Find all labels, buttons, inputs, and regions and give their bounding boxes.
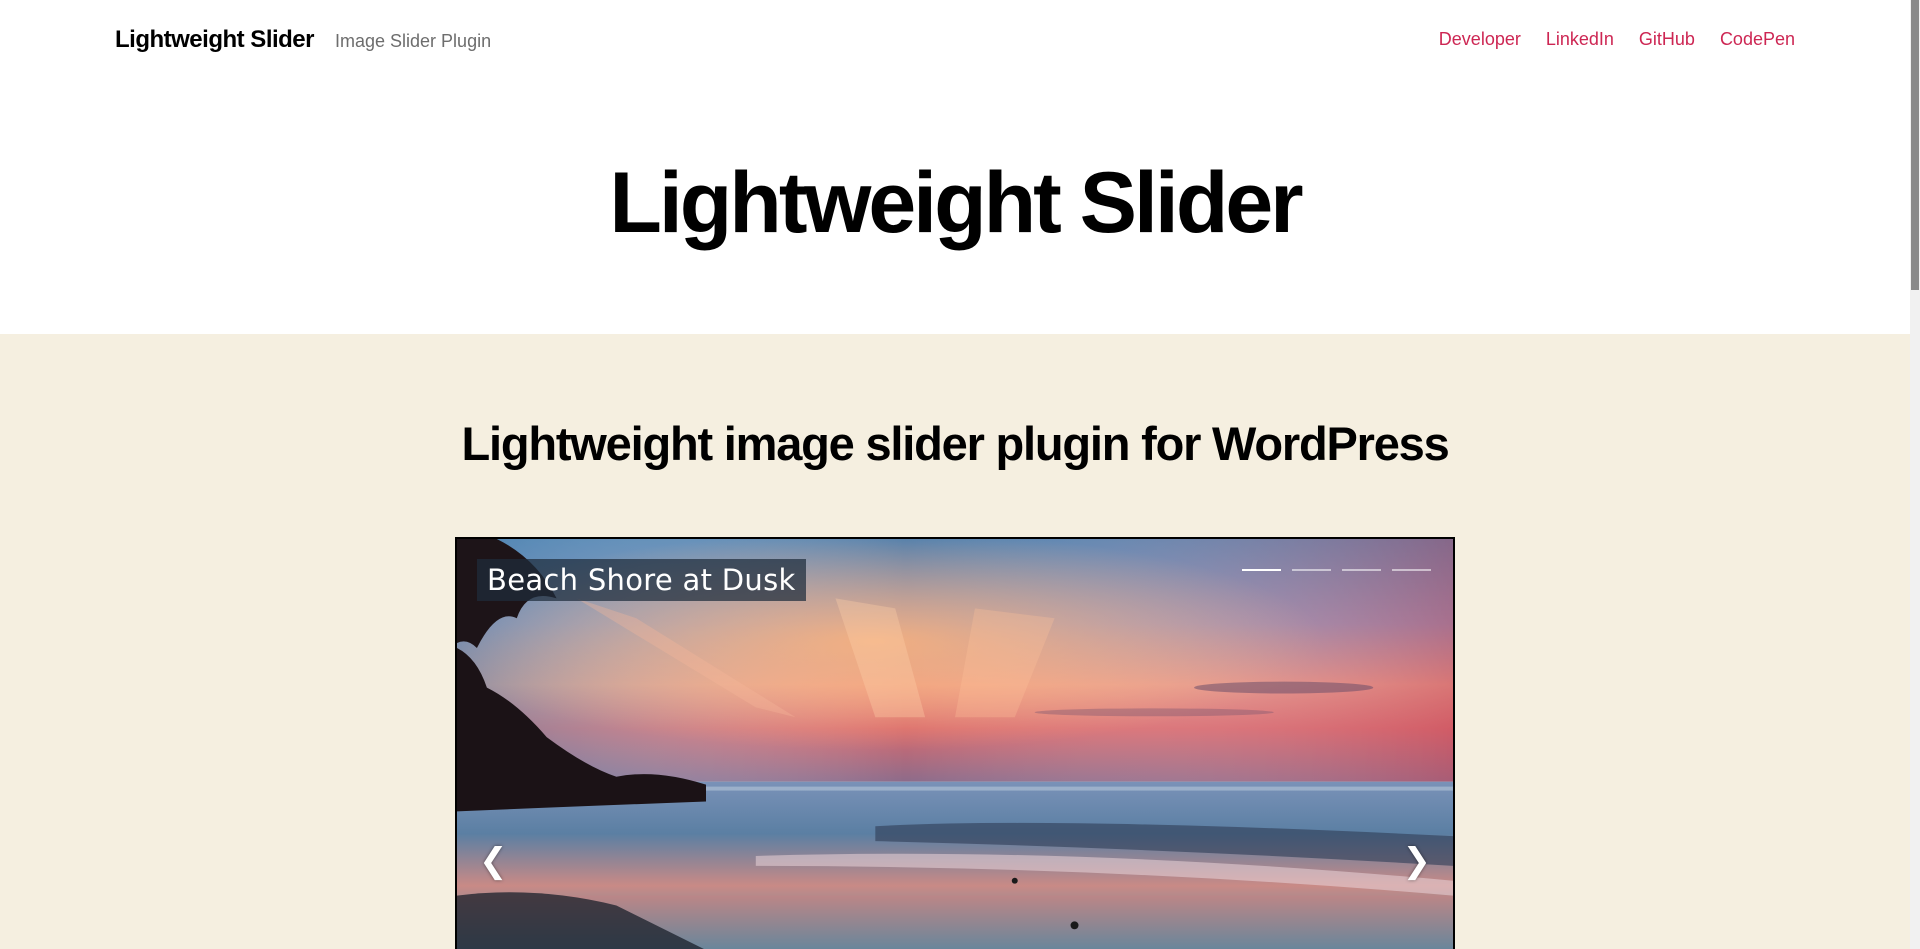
vertical-scrollbar[interactable] <box>1910 0 1920 949</box>
page-title: Lightweight Slider <box>609 155 1303 251</box>
chevron-right-icon[interactable]: ❯ <box>1403 844 1432 878</box>
scrollbar-thumb[interactable] <box>1911 0 1919 290</box>
chevron-left-icon[interactable]: ❮ <box>479 844 508 878</box>
slide-indicators <box>1242 569 1431 571</box>
nav-link-codepen[interactable]: CodePen <box>1720 29 1795 50</box>
site-description: Image Slider Plugin <box>335 31 492 51</box>
site-header: Lightweight Slider Image Slider Plugin D… <box>0 0 1910 334</box>
section-title: Lightweight image slider plugin for Word… <box>461 417 1449 470</box>
nav-link-github[interactable]: GitHub <box>1639 29 1695 50</box>
primary-nav: Developer LinkedIn GitHub CodePen <box>1439 29 1795 50</box>
slide-indicator-4[interactable] <box>1392 569 1431 571</box>
slide-indicator-2[interactable] <box>1292 569 1331 571</box>
nav-link-linkedin[interactable]: LinkedIn <box>1546 29 1614 50</box>
slide-indicator-1[interactable] <box>1242 569 1281 571</box>
main-content: Lightweight image slider plugin for Word… <box>0 334 1910 949</box>
nav-link-developer[interactable]: Developer <box>1439 29 1521 50</box>
page: Lightweight Slider Image Slider Plugin D… <box>0 0 1910 949</box>
image-slider[interactable]: Beach Shore at Dusk ❮ ❯ <box>455 537 1455 949</box>
slide-indicator-3[interactable] <box>1342 569 1381 571</box>
slide-caption: Beach Shore at Dusk <box>477 559 806 601</box>
site-title-link[interactable]: Lightweight Slider <box>115 26 315 54</box>
